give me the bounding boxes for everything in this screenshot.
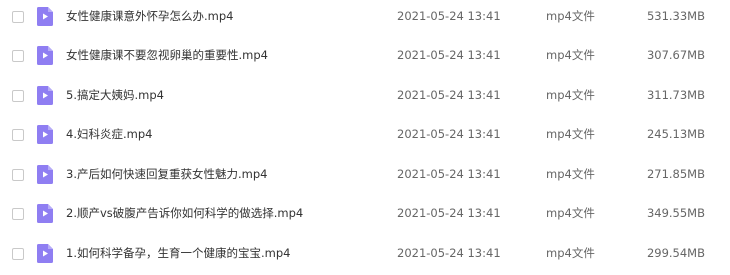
row-checkbox[interactable] xyxy=(12,208,24,220)
video-file-icon xyxy=(37,165,53,184)
file-name[interactable]: 1.如何科学备孕，生育一个健康的宝宝.mp4 xyxy=(66,245,290,261)
row-checkbox[interactable] xyxy=(12,248,24,260)
video-file-icon xyxy=(37,204,53,223)
file-name[interactable]: 4.妇科炎症.mp4 xyxy=(66,126,152,142)
file-name[interactable]: 3.产后如何快速回复重获女性魅力.mp4 xyxy=(66,166,267,182)
file-list: 女性健康课意外怀孕怎么办.mp4 2021-05-24 13:41 mp4文件 … xyxy=(0,0,730,273)
file-type: mp4文件 xyxy=(546,246,595,260)
file-name[interactable]: 2.顺产vs破腹产告诉你如何科学的做选择.mp4 xyxy=(66,205,303,221)
file-row[interactable]: 5.搞定大姨妈.mp4 2021-05-24 13:41 mp4文件 311.7… xyxy=(0,78,730,117)
file-size: 531.33MB xyxy=(646,9,705,23)
file-modified-date: 2021-05-24 13:41 xyxy=(397,48,501,62)
file-type: mp4文件 xyxy=(546,9,595,23)
file-modified-date: 2021-05-24 13:41 xyxy=(397,167,501,181)
file-type: mp4文件 xyxy=(546,88,595,102)
file-type: mp4文件 xyxy=(546,167,595,181)
file-modified-date: 2021-05-24 13:41 xyxy=(397,127,501,141)
file-row[interactable]: 女性健康课不要忽视卵巢的重要性.mp4 2021-05-24 13:41 mp4… xyxy=(0,38,730,77)
file-row[interactable]: 3.产后如何快速回复重获女性魅力.mp4 2021-05-24 13:41 mp… xyxy=(0,157,730,196)
row-checkbox[interactable] xyxy=(12,129,24,141)
file-modified-date: 2021-05-24 13:41 xyxy=(397,88,501,102)
row-checkbox[interactable] xyxy=(12,11,24,23)
file-name[interactable]: 女性健康课意外怀孕怎么办.mp4 xyxy=(66,8,233,24)
video-file-icon xyxy=(37,7,53,26)
file-size: 271.85MB xyxy=(646,167,705,181)
file-modified-date: 2021-05-24 13:41 xyxy=(397,246,501,260)
file-row[interactable]: 2.顺产vs破腹产告诉你如何科学的做选择.mp4 2021-05-24 13:4… xyxy=(0,196,730,235)
file-row[interactable]: 女性健康课意外怀孕怎么办.mp4 2021-05-24 13:41 mp4文件 … xyxy=(0,0,730,38)
file-modified-date: 2021-05-24 13:41 xyxy=(397,9,501,23)
file-modified-date: 2021-05-24 13:41 xyxy=(397,206,501,220)
file-size: 307.67MB xyxy=(646,48,705,62)
file-type: mp4文件 xyxy=(546,127,595,141)
video-file-icon xyxy=(37,46,53,65)
file-size: 349.55MB xyxy=(646,206,705,220)
video-file-icon xyxy=(37,125,53,144)
file-name[interactable]: 女性健康课不要忽视卵巢的重要性.mp4 xyxy=(66,47,268,63)
file-name[interactable]: 5.搞定大姨妈.mp4 xyxy=(66,87,164,103)
row-checkbox[interactable] xyxy=(12,169,24,181)
file-size: 299.54MB xyxy=(646,246,705,260)
video-file-icon xyxy=(37,244,53,263)
row-checkbox[interactable] xyxy=(12,90,24,102)
file-type: mp4文件 xyxy=(546,206,595,220)
row-checkbox[interactable] xyxy=(12,50,24,62)
file-type: mp4文件 xyxy=(546,48,595,62)
file-size: 311.73MB xyxy=(646,88,705,102)
video-file-icon xyxy=(37,86,53,105)
file-row[interactable]: 4.妇科炎症.mp4 2021-05-24 13:41 mp4文件 245.13… xyxy=(0,117,730,156)
file-row[interactable]: 1.如何科学备孕，生育一个健康的宝宝.mp4 2021-05-24 13:41 … xyxy=(0,236,730,275)
file-size: 245.13MB xyxy=(646,127,705,141)
